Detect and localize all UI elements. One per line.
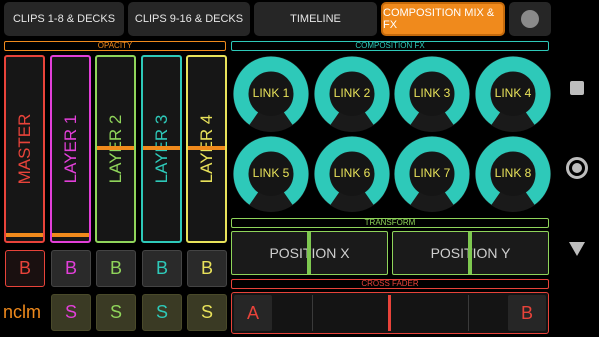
position-x-control[interactable]: POSITION X <box>231 231 388 275</box>
fader-label: LAYER 1 <box>60 114 80 184</box>
bypass-button[interactable]: B <box>51 250 91 287</box>
link-label: LINK 1 <box>252 86 290 100</box>
solo-button[interactable]: S <box>142 294 182 331</box>
fader-level-indicator[interactable] <box>143 146 180 150</box>
link-knob[interactable]: LINK 8 <box>474 135 552 213</box>
fader-master[interactable]: MASTER <box>4 55 45 243</box>
link-knob[interactable]: LINK 6 <box>313 135 391 213</box>
cross-fader-header: CROSS FADER <box>231 279 549 289</box>
link-label: LINK 2 <box>333 86 371 100</box>
link-label: LINK 4 <box>494 86 532 100</box>
crossfader-tick <box>468 295 469 331</box>
link-knob[interactable]: LINK 2 <box>313 55 391 133</box>
link-knob[interactable]: LINK 3 <box>393 55 471 133</box>
tab-composition-mix-fx[interactable]: COMPOSITION MIX & FX <box>381 2 505 36</box>
position-y-control[interactable]: POSITION Y <box>392 231 549 275</box>
link-knob[interactable]: LINK 7 <box>393 135 471 213</box>
position-x-indicator[interactable] <box>307 232 311 274</box>
fader-level-indicator[interactable] <box>188 146 225 150</box>
bypass-button[interactable]: B <box>96 250 136 287</box>
crossfader-b-button[interactable]: B <box>508 295 546 331</box>
fader-level-indicator[interactable] <box>97 146 134 150</box>
fader-level-indicator[interactable] <box>52 233 89 237</box>
fader-layer-4[interactable]: LAYER 4 <box>186 55 227 243</box>
solo-button[interactable]: S <box>187 294 227 331</box>
fader-layer-1[interactable]: LAYER 1 <box>50 55 91 243</box>
fader-label: MASTER <box>14 113 34 185</box>
opacity-header: OPACITY <box>4 41 226 51</box>
link-label: LINK 6 <box>333 166 371 180</box>
home-icon[interactable] <box>566 157 588 179</box>
bypass-button[interactable]: B <box>142 250 182 287</box>
nclm-logo: nclm <box>3 302 42 322</box>
tab-extra[interactable] <box>509 2 551 36</box>
fader-layer-2[interactable]: LAYER 2 <box>95 55 136 243</box>
tab-clips-1-8[interactable]: CLIPS 1-8 & DECKS <box>4 2 124 36</box>
crossfader-handle[interactable] <box>388 295 391 331</box>
link-label: LINK 5 <box>252 166 290 180</box>
crossfader-a-button[interactable]: A <box>234 295 272 331</box>
solo-button[interactable]: S <box>96 294 136 331</box>
link-knob[interactable]: LINK 1 <box>232 55 310 133</box>
transform-header: TRANSFORM <box>231 218 549 228</box>
circle-icon <box>521 10 539 28</box>
bypass-button[interactable]: B <box>187 250 227 287</box>
fader-layer-3[interactable]: LAYER 3 <box>141 55 182 243</box>
bypass-button[interactable]: B <box>5 250 45 287</box>
position-y-indicator[interactable] <box>468 232 472 274</box>
link-label: LINK 7 <box>413 166 451 180</box>
tab-timeline[interactable]: TIMELINE <box>254 2 377 36</box>
link-label: LINK 8 <box>494 166 532 180</box>
solo-button[interactable]: S <box>51 294 91 331</box>
crossfader-tick <box>312 295 313 331</box>
link-knob[interactable]: LINK 5 <box>232 135 310 213</box>
composition-fx-header: COMPOSITION FX <box>231 41 549 51</box>
cross-fader[interactable]: A B <box>231 292 549 334</box>
fader-level-indicator[interactable] <box>6 233 43 237</box>
back-icon[interactable] <box>569 242 585 256</box>
link-label: LINK 3 <box>413 86 451 100</box>
recents-icon[interactable] <box>570 81 584 95</box>
link-knob[interactable]: LINK 4 <box>474 55 552 133</box>
tab-clips-9-16[interactable]: CLIPS 9-16 & DECKS <box>128 2 250 36</box>
